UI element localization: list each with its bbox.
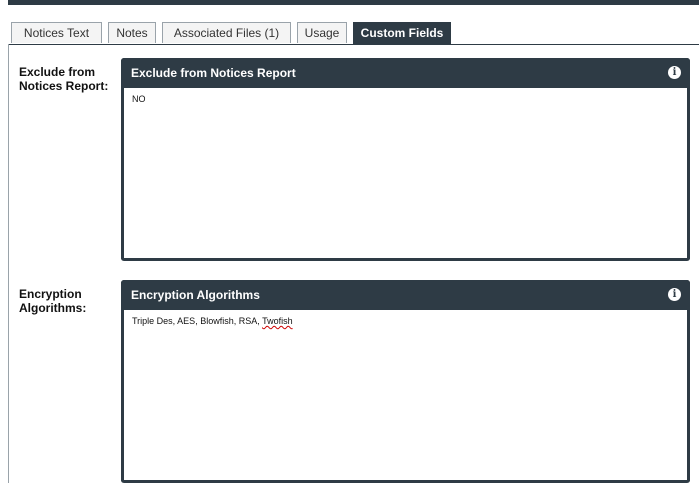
content-border: [8, 44, 9, 483]
panel-header: Encryption Algorithms i: [121, 280, 690, 310]
panel-encryption-algorithms: Encryption Algorithms i Triple Des, AES,…: [121, 280, 690, 483]
tab-bar: Notices Text Notes Associated Files (1) …: [8, 22, 699, 45]
field-label-encryption-algorithms: Encryption Algorithms:: [19, 287, 87, 315]
info-icon[interactable]: i: [668, 288, 681, 301]
tab-notes[interactable]: Notes: [108, 22, 156, 43]
misspelled-word: Twofish: [262, 316, 293, 326]
panel-value[interactable]: Triple Des, AES, Blowfish, RSA, Twofish: [124, 310, 687, 332]
tab-custom-fields[interactable]: Custom Fields: [353, 22, 451, 44]
panel-title: Encryption Algorithms: [131, 288, 260, 302]
panel-title: Exclude from Notices Report: [131, 66, 296, 80]
info-icon[interactable]: i: [668, 66, 681, 79]
tab-associated-files[interactable]: Associated Files (1): [162, 22, 291, 43]
tab-usage[interactable]: Usage: [297, 22, 347, 43]
tab-notices-text[interactable]: Notices Text: [11, 22, 102, 43]
value-text: Triple Des, AES, Blowfish, RSA,: [132, 316, 263, 326]
field-label-exclude-notices: Exclude from Notices Report:: [19, 65, 109, 93]
panel-exclude-notices: Exclude from Notices Report i NO: [121, 58, 690, 261]
panel-header: Exclude from Notices Report i: [121, 58, 690, 88]
top-rule: [8, 0, 699, 5]
panel-value[interactable]: NO: [124, 88, 687, 110]
